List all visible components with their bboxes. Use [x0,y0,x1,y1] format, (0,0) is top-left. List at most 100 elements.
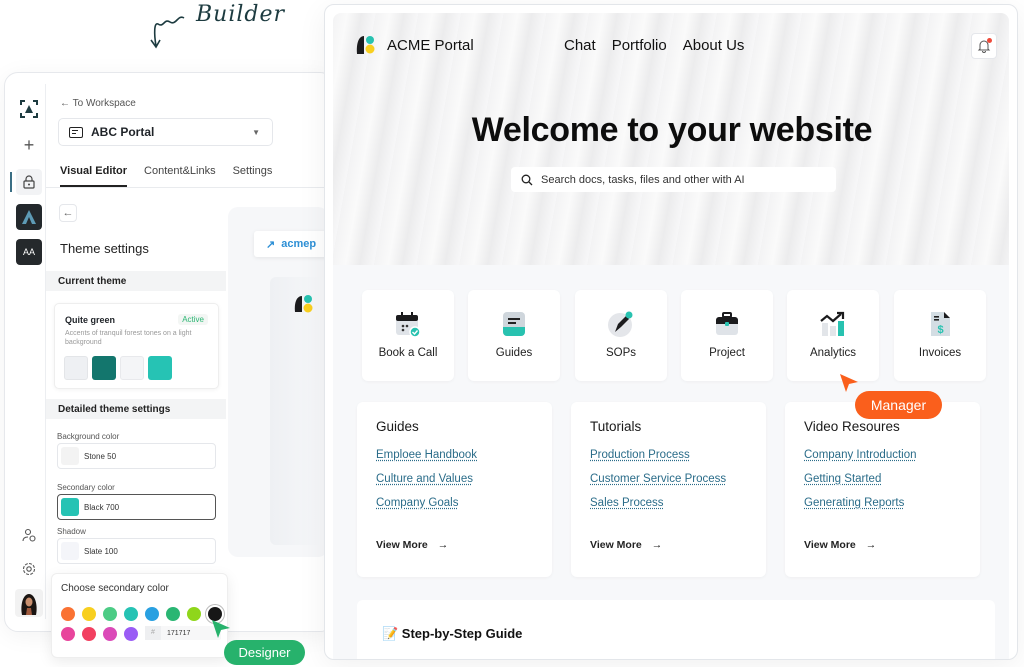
book-icon [503,312,525,336]
swatch-2 [92,356,116,380]
add-icon[interactable]: + [16,132,42,158]
swatch-3 [120,356,144,380]
theme-card[interactable]: Quite green Active Accents of tranquil f… [54,303,219,389]
view-more-link[interactable]: View More → [590,539,662,551]
detailed-theme-heading: Detailed theme settings [46,399,226,419]
color-picker: Choose secondary color #171717 [51,573,228,658]
color-option[interactable] [61,607,75,621]
nav-portfolio[interactable]: Portfolio [612,37,667,54]
portal-select[interactable]: ABC Portal ▼ [58,118,273,146]
to-workspace-link[interactable]: ← To Workspace [60,98,136,109]
tile-sops[interactable]: SOPs [575,290,667,381]
tile-guides[interactable]: Guides [468,290,560,381]
secondary-color-field[interactable]: Black 700 [57,494,216,520]
card-title: Video Resoures [804,419,900,434]
lock-icon[interactable] [16,169,42,195]
tab-settings[interactable]: Settings [233,165,273,187]
tab-content-links[interactable]: Content&Links [144,165,216,187]
chart-trend-icon [820,311,845,336]
card-link[interactable]: Getting Started [804,473,881,485]
color-option[interactable] [82,607,96,621]
color-option[interactable] [145,607,159,621]
builder-caption: Builder [196,2,286,27]
designer-cursor-icon [212,620,230,638]
main-nav: Chat Portfolio About Us [564,37,744,54]
view-more-link[interactable]: View More → [376,539,448,551]
card-video-resources: Video Resoures Company Introduction Gett… [785,402,980,577]
current-theme-heading: Current theme [46,271,226,291]
preview-url-button[interactable]: ↗ acmep [254,231,330,257]
external-link-icon: ↗ [266,238,276,251]
color-option[interactable] [82,627,96,641]
avatar[interactable] [15,589,43,617]
acme-logo-icon[interactable] [354,33,378,57]
color-chip [61,498,79,516]
color-option[interactable] [124,627,138,641]
swatch-4 [148,356,172,380]
card-link[interactable]: Sales Process [590,497,664,509]
gear-icon[interactable] [16,556,42,582]
brand-name[interactable]: ACME Portal [387,37,474,54]
back-button[interactable]: ← [59,204,77,222]
theme-settings-title: Theme settings [60,241,149,256]
theme-description: Accents of tranquil forest tones on a li… [65,330,192,346]
tile-label: Guides [495,347,533,359]
color-option[interactable] [61,627,75,641]
color-chip [61,542,79,560]
background-color-field[interactable]: Stone 50 [57,443,216,469]
tab-visual-editor[interactable]: Visual Editor [60,165,128,187]
tile-analytics[interactable]: Analytics [787,290,879,381]
curly-arrow-icon [150,16,185,49]
card-link[interactable]: Company Introduction [804,449,917,461]
search-input[interactable]: Search docs, tasks, files and other with… [511,167,836,192]
tile-project[interactable]: Project [681,290,773,381]
step-by-step-guide: 📝 Step-by-Step Guide [357,600,995,659]
nav-about-us[interactable]: About Us [683,37,745,54]
hero-title: Welcome to your website [471,111,873,149]
card-link[interactable]: Customer Service Process [590,473,726,485]
color-option[interactable] [103,607,117,621]
arrow-right-icon: → [865,539,877,551]
card-link[interactable]: Generating Reports [804,497,904,509]
brand-a-icon[interactable] [16,204,42,230]
notifications-button[interactable] [971,33,997,59]
field-value: Stone 50 [84,451,117,461]
field-value: Black 700 [84,502,120,512]
color-chip [61,447,79,465]
calendar-icon [396,312,421,338]
tile-book-a-call[interactable]: Book a Call [362,290,454,381]
swatch-1 [64,356,88,380]
font-style-button[interactable]: AA [16,239,42,265]
nav-chat[interactable]: Chat [564,37,596,54]
status-badge: Active [178,314,208,325]
designer-badge: Designer [224,640,305,665]
editor-tabs: Visual Editor Content&Links Settings [60,165,272,187]
tile-label: Invoices [918,347,962,359]
color-option[interactable] [103,627,117,641]
card-guides: Guides Emploee Handbook Culture and Valu… [357,402,552,577]
field-label: Shadow [57,527,86,536]
color-option[interactable] [166,607,180,621]
field-label: Secondary color [57,483,115,492]
arrow-right-icon: → [651,539,663,551]
user-add-icon[interactable] [16,522,42,548]
tile-invoices[interactable]: $ Invoices [894,290,986,381]
briefcase-icon [716,312,738,335]
builder-rail: + AA [10,84,46,619]
card-title: Guides [376,419,419,434]
color-option[interactable] [187,607,201,621]
svg-text:$: $ [937,324,943,336]
tile-label: Project [709,347,745,359]
search-icon [521,174,533,185]
tile-label: Analytics [809,347,857,359]
card-link[interactable]: Culture and Values [376,473,473,485]
card-link[interactable]: Production Process [590,449,690,461]
view-more-link[interactable]: View More → [804,539,876,551]
chevron-down-icon: ▼ [252,127,260,137]
tile-label: SOPs [605,347,637,359]
card-link[interactable]: Emploee Handbook [376,449,477,461]
app-logo-icon[interactable] [16,96,42,122]
color-option[interactable] [124,607,138,621]
card-link[interactable]: Company Goals [376,497,458,509]
shadow-field[interactable]: Slate 100 [57,538,216,564]
